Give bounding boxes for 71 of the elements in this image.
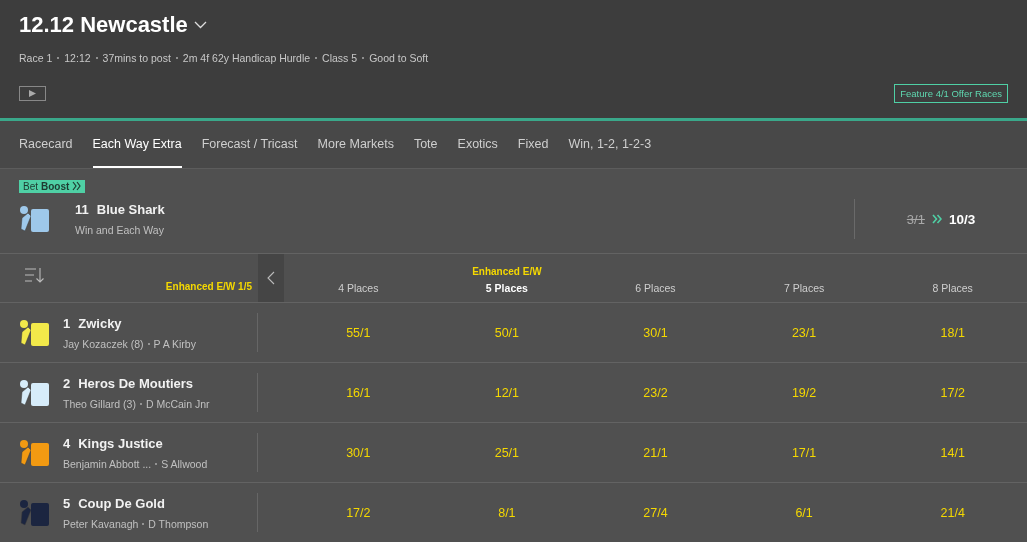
old-price: 3/1 [906, 211, 925, 227]
runner-name: Blue Shark [96, 202, 165, 217]
race-info: Good to Soft [369, 52, 429, 64]
odds-button[interactable]: 17/2 [878, 363, 1027, 422]
double-chevron-icon [931, 214, 942, 224]
runner-name: Coup De Gold [78, 495, 165, 511]
odds-button[interactable]: 30/1 [581, 303, 730, 362]
odds-button[interactable]: 21/4 [878, 483, 1027, 542]
market-tab[interactable]: Each Way Extra [92, 121, 182, 168]
race-info: 12:12 [64, 52, 91, 64]
odds-button[interactable]: 12/1 [432, 363, 582, 422]
trainer-name: S Allwood [161, 457, 208, 470]
race-title: 12.12 Newcastle [19, 12, 188, 38]
sort-icon[interactable] [24, 266, 46, 284]
jockey-name: Benjamin Abbott ... [63, 457, 152, 470]
runner-name: Zwicky [78, 315, 122, 331]
bet-boost-badge: Bet Boost [19, 180, 86, 193]
market-tab[interactable]: Fixed [517, 121, 549, 168]
odds-button[interactable]: 23/1 [729, 303, 879, 362]
odds-button[interactable]: 8/1 [432, 483, 582, 542]
market-name: Win and Each Way [75, 224, 165, 236]
double-chevron-icon [72, 181, 82, 191]
runner-name: Kings Justice [78, 435, 163, 451]
odds-button[interactable]: 27/4 [581, 483, 730, 542]
odds-button[interactable]: 23/2 [581, 363, 730, 422]
runner-number: 4 [63, 435, 71, 451]
odds-button[interactable]: 17/1 [729, 423, 879, 482]
trainer-name: D Thompson [148, 517, 209, 530]
odds-button[interactable]: 30/1 [284, 423, 433, 482]
runner-number: 1 [63, 315, 71, 331]
market-tab[interactable]: More Markets [317, 121, 394, 168]
places-column-header[interactable]: 5 Places [485, 282, 528, 294]
runner-number: 5 [63, 495, 71, 511]
odds-button[interactable]: 25/1 [432, 423, 582, 482]
jockey-name: Jay Kozaczek (8) [63, 337, 144, 350]
jockey-name: Peter Kavanagh [63, 517, 139, 530]
chevron-down-icon[interactable] [193, 21, 207, 29]
race-info: 37mins to post [102, 52, 171, 64]
odds-button[interactable]: 18/1 [878, 303, 1027, 362]
market-tab[interactable]: Win, 1-2, 1-2-3 [568, 121, 652, 168]
places-column-header[interactable]: 8 Places [932, 282, 973, 294]
trainer-name: P A Kirby [153, 337, 196, 350]
places-column-header[interactable]: 4 Places [338, 282, 379, 294]
odds-button[interactable]: 50/1 [432, 303, 582, 362]
odds-button[interactable]: 19/2 [729, 363, 879, 422]
market-tab[interactable]: Tote [413, 121, 438, 168]
odds-button[interactable]: 6/1 [729, 483, 879, 542]
odds-button[interactable]: 55/1 [284, 303, 433, 362]
odds-button[interactable]: 17/2 [284, 483, 433, 542]
chevron-left-icon [267, 271, 275, 285]
odds-button[interactable]: 16/1 [284, 363, 433, 422]
trainer-name: D McCain Jnr [145, 397, 210, 410]
enhanced-tag: Enhanced E/W [472, 266, 542, 277]
jockey-name: Theo Gillard (3) [63, 397, 136, 410]
odds-button[interactable]: 21/1 [581, 423, 730, 482]
boosted-price[interactable]: 10/3 [948, 211, 976, 227]
runner-name: Heros De Moutiers [78, 375, 194, 391]
market-tab[interactable]: Exotics [457, 121, 498, 168]
race-info: Class 5 [322, 52, 358, 64]
runner-number: 2 [63, 375, 71, 391]
places-column-header[interactable]: 6 Places [635, 282, 676, 294]
each-way-terms: Enhanced E/W 1/5 [165, 281, 252, 292]
race-info: 2m 4f 62y Handicap Hurdle [182, 52, 311, 64]
odds-button[interactable]: 14/1 [878, 423, 1027, 482]
places-column-header[interactable]: 7 Places [783, 282, 825, 294]
offer-races-button[interactable]: Feature 4/1 Offer Races [894, 84, 1008, 103]
market-tab[interactable]: Forecast / Tricast [201, 121, 298, 168]
play-icon[interactable] [19, 86, 46, 101]
race-info: Race 1 [19, 52, 53, 64]
runner-number: 11 [75, 202, 89, 217]
market-tab[interactable]: Racecard [19, 121, 73, 168]
